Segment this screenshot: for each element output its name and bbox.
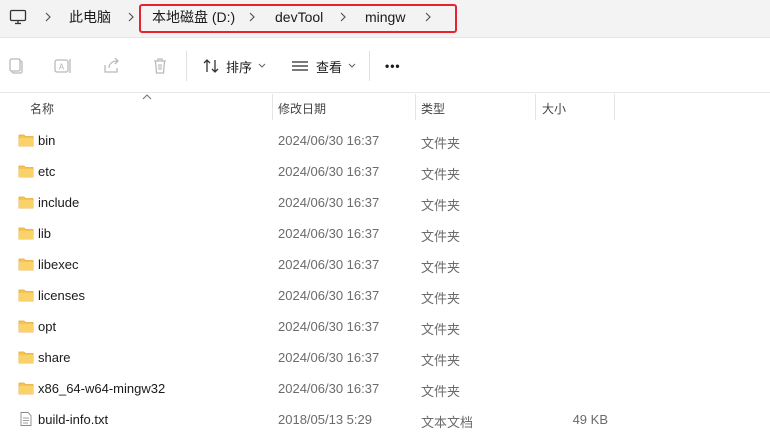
file-name: share [38, 350, 71, 365]
file-type: 文件夹 [421, 136, 461, 151]
chevron-down-icon [258, 63, 266, 68]
file-date: 2018/05/13 5:29 [278, 412, 372, 427]
toolbar-divider [369, 51, 370, 81]
column-header-name[interactable]: 名称 [30, 100, 54, 117]
file-date: 2024/06/30 16:37 [278, 288, 380, 303]
column-divider[interactable] [535, 94, 536, 120]
folder-icon [18, 351, 34, 364]
file-date: 2024/06/30 16:37 [278, 257, 380, 272]
column-header-date[interactable]: 修改日期 [278, 100, 326, 117]
toolbar-divider [186, 51, 187, 81]
file-date: 2024/06/30 16:37 [278, 195, 380, 210]
file-type: 文件夹 [421, 384, 461, 399]
breadcrumb-devtool[interactable]: devTool [275, 8, 323, 26]
folder-icon [18, 258, 34, 271]
column-header-type[interactable]: 类型 [421, 100, 445, 117]
file-name: lib [38, 226, 52, 241]
share-icon[interactable] [102, 56, 122, 76]
chevron-right-icon[interactable] [336, 10, 350, 24]
list-item[interactable]: lib 2024/06/30 16:37 文件夹 [0, 218, 770, 249]
address-bar[interactable]: 此电脑 本地磁盘 (D:) devTool mingw [0, 0, 770, 38]
file-list: bin 2024/06/30 16:37 文件夹 etc 2024/06/30 … [0, 125, 770, 435]
file-name: licenses [38, 288, 85, 303]
chevron-right-icon[interactable] [41, 10, 55, 24]
list-item[interactable]: bin 2024/06/30 16:37 文件夹 [0, 125, 770, 156]
file-date: 2024/06/30 16:37 [278, 350, 380, 365]
folder-icon [18, 227, 34, 240]
file-date: 2024/06/30 16:37 [278, 226, 380, 241]
column-divider[interactable] [415, 94, 416, 120]
folder-icon [18, 165, 34, 178]
file-date: 2024/06/30 16:37 [278, 381, 380, 396]
view-label: 查看 [316, 59, 343, 75]
file-type: 文件夹 [421, 167, 461, 182]
file-type: 文件夹 [421, 353, 461, 368]
view-icon [292, 61, 308, 71]
file-name: opt [38, 319, 57, 334]
list-item[interactable]: include 2024/06/30 16:37 文件夹 [0, 187, 770, 218]
breadcrumb-local-disk[interactable]: 本地磁盘 (D:) [152, 8, 235, 26]
folder-icon [18, 196, 34, 209]
view-button[interactable]: 查看 [290, 53, 356, 79]
copy-icon[interactable] [7, 56, 27, 76]
file-name: bin [38, 133, 56, 148]
list-item[interactable]: opt 2024/06/30 16:37 文件夹 [0, 311, 770, 342]
svg-text:A: A [59, 63, 65, 72]
folder-icon [18, 320, 34, 333]
sort-label: 排序 [226, 59, 253, 75]
file-name: etc [38, 164, 56, 179]
column-divider[interactable] [272, 94, 273, 120]
command-bar: A 排序 查看 ••• [0, 39, 770, 93]
delete-icon[interactable] [150, 56, 170, 76]
column-divider[interactable] [614, 94, 615, 120]
file-type: 文件夹 [421, 198, 461, 213]
chevron-down-icon [348, 63, 356, 68]
file-name: build-info.txt [38, 412, 109, 427]
list-item[interactable]: x86_64-w64-mingw32 2024/06/30 16:37 文件夹 [0, 373, 770, 404]
list-item[interactable]: etc 2024/06/30 16:37 文件夹 [0, 156, 770, 187]
file-name: libexec [38, 257, 79, 272]
text-file-icon [20, 412, 32, 426]
file-name: include [38, 195, 80, 210]
column-headers: 名称 修改日期 类型 大小 [0, 94, 770, 120]
file-type: 文件夹 [421, 229, 461, 244]
chevron-right-icon[interactable] [124, 10, 138, 24]
folder-icon [18, 289, 34, 302]
breadcrumb-this-pc[interactable]: 此电脑 [69, 8, 111, 26]
file-size: 49 KB [572, 412, 608, 427]
file-type: 文件夹 [421, 322, 461, 337]
file-type: 文件夹 [421, 291, 461, 306]
file-type: 文件夹 [421, 260, 461, 275]
sort-button[interactable]: 排序 [202, 53, 266, 79]
file-type: 文本文档 [421, 415, 474, 430]
column-header-size[interactable]: 大小 [542, 100, 566, 117]
file-date: 2024/06/30 16:37 [278, 133, 380, 148]
breadcrumb-mingw[interactable]: mingw [365, 8, 405, 26]
list-item[interactable]: libexec 2024/06/30 16:37 文件夹 [0, 249, 770, 280]
more-icon: ••• [385, 59, 401, 73]
list-item[interactable]: build-info.txt 2018/05/13 5:29 文本文档 49 K… [0, 404, 770, 435]
file-name: x86_64-w64-mingw32 [38, 381, 166, 396]
file-date: 2024/06/30 16:37 [278, 164, 380, 179]
chevron-right-icon[interactable] [421, 10, 435, 24]
list-item[interactable]: share 2024/06/30 16:37 文件夹 [0, 342, 770, 373]
more-options-button[interactable]: ••• [385, 53, 401, 79]
sort-ascending-icon [142, 94, 152, 100]
file-date: 2024/06/30 16:37 [278, 319, 380, 334]
folder-icon [18, 382, 34, 395]
folder-icon [18, 134, 34, 147]
list-item[interactable]: licenses 2024/06/30 16:37 文件夹 [0, 280, 770, 311]
chevron-right-icon[interactable] [245, 10, 259, 24]
rename-icon[interactable]: A [53, 56, 73, 76]
computer-icon[interactable] [9, 8, 27, 26]
sort-icon [203, 59, 219, 73]
